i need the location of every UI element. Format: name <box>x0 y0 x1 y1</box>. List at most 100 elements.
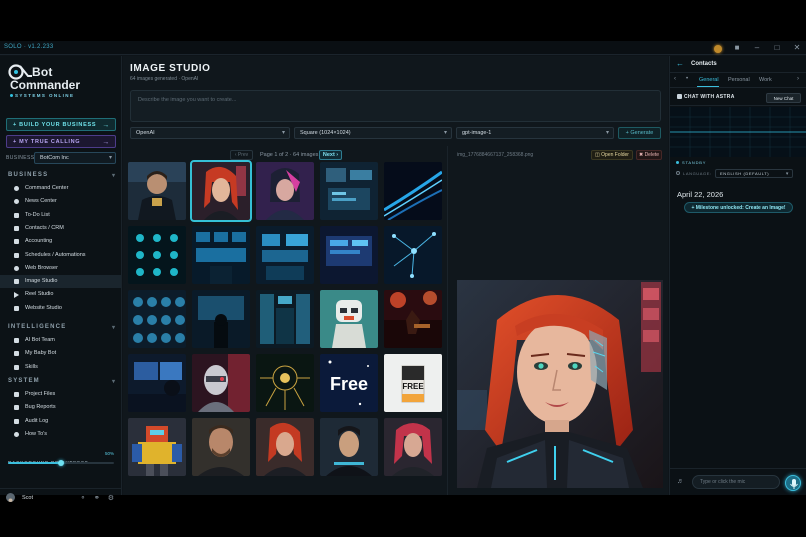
sidebar-item-how-to-s[interactable]: How To's <box>0 428 121 441</box>
image-thumbnail[interactable] <box>384 226 442 284</box>
image-thumbnail[interactable]: FREE <box>384 354 442 412</box>
image-thumbnail[interactable] <box>384 290 442 348</box>
sidebar-item-project-files[interactable]: Project Files <box>0 388 121 401</box>
back-arrow-icon[interactable]: ← <box>676 59 684 68</box>
sidebar-item-contacts-crm[interactable]: Contacts / CRM <box>0 222 121 235</box>
image-thumbnail[interactable] <box>128 162 186 220</box>
sidebar-item-news-center[interactable]: News Center <box>0 195 121 208</box>
image-thumbnail[interactable]: Free <box>320 354 378 412</box>
chevron-down-icon: ▾ <box>785 171 789 177</box>
image-thumbnail[interactable] <box>256 226 314 284</box>
settings-gear-icon[interactable]: ⚙ <box>108 494 114 502</box>
image-thumbnail[interactable] <box>256 162 314 220</box>
section-header-intelligence[interactable]: INTELLIGENCE ▾ <box>8 324 115 331</box>
close-icon[interactable]: ✕ <box>792 42 802 54</box>
avatar[interactable] <box>6 493 15 502</box>
sidebar-item-bug-reports[interactable]: Bug Reports <box>0 401 121 414</box>
sidebar-item-command-center[interactable]: Command Center <box>0 182 121 195</box>
tab-general[interactable]: General <box>699 77 719 83</box>
sidebar-item-label: AI Bot Team <box>25 337 55 343</box>
image-thumbnail[interactable] <box>384 162 442 220</box>
sidebar-item-accounting[interactable]: Accounting <box>0 235 121 248</box>
sidebar-item-to-do-list[interactable]: To-Do List <box>0 209 121 222</box>
open-folder-button[interactable]: ◫ Open Folder <box>591 150 633 160</box>
chevron-right-icon[interactable]: › <box>797 76 799 82</box>
image-thumbnail[interactable] <box>320 226 378 284</box>
new-chat-button[interactable]: New Chat <box>766 93 801 103</box>
provider-select[interactable]: OpenAI ▾ <box>130 127 290 139</box>
chat-header: CHAT WITH ASTRA New Chat <box>670 89 806 106</box>
section-header-business[interactable]: BUSINESS ▾ <box>8 172 115 179</box>
sidebar-item-audit-log[interactable]: Audit Log <box>0 415 121 428</box>
business-selector-row: BUSINESS: BotCom Inc ▾ <box>6 152 116 164</box>
chat-input-placeholder: Type or click the mic <box>700 479 746 485</box>
microphone-icon[interactable]: ⚬ <box>80 494 86 502</box>
sidebar-item-skills[interactable]: Skills <box>0 361 121 374</box>
globe-icon <box>676 171 680 175</box>
lock-icon[interactable]: ■ <box>732 42 742 54</box>
next-page-button[interactable]: Next › <box>319 150 342 160</box>
build-business-button[interactable]: + BUILD YOUR BUSINESS → <box>6 118 116 131</box>
checkbox-icon <box>14 212 19 218</box>
delete-button[interactable]: ✖ Delete <box>636 150 662 160</box>
image-thumbnail[interactable] <box>128 290 186 348</box>
image-thumbnail[interactable] <box>192 354 250 412</box>
chevron-down-icon: ▾ <box>112 325 117 331</box>
prompt-input[interactable]: Describe the image you want to create... <box>130 90 661 122</box>
tab-work[interactable]: Work <box>759 77 772 83</box>
image-thumbnail[interactable] <box>320 290 378 348</box>
size-select[interactable]: Square (1024×1024) ▾ <box>294 127 452 139</box>
dot-icon <box>14 186 19 191</box>
sidebar-item-label: Website Studio <box>25 304 62 311</box>
sidebar-item-reel-studio[interactable]: Reel Studio <box>0 288 121 301</box>
image-thumbnail[interactable] <box>192 226 250 284</box>
sidebar-item-schedules-automations[interactable]: Schedules / Automations <box>0 249 121 262</box>
selected-image-preview <box>457 280 663 488</box>
image-thumbnail[interactable] <box>320 162 378 220</box>
sidebar-item-ai-bot-team[interactable]: AI Bot Team <box>0 334 121 347</box>
image-thumbnail[interactable] <box>256 290 314 348</box>
coin-icon[interactable] <box>714 45 722 53</box>
image-thumbnail[interactable] <box>384 418 442 476</box>
minimize-icon[interactable]: – <box>752 42 762 54</box>
sidebar-item-web-browser[interactable]: Web Browser <box>0 262 121 275</box>
sidebar-item-label: Skills <box>25 363 38 370</box>
letterbox-top <box>0 0 806 41</box>
sidebar-item-website-studio[interactable]: Website Studio <box>0 302 121 315</box>
chevron-left-icon[interactable]: ‹ <box>674 76 676 82</box>
image-thumbnail[interactable] <box>320 418 378 476</box>
prev-page-button[interactable]: ‹ Prev <box>230 150 253 160</box>
brightness-slider[interactable] <box>8 460 114 466</box>
business-select[interactable]: BotCom Inc ▾ <box>34 152 116 164</box>
image-thumbnail[interactable] <box>192 290 250 348</box>
business-value: BotCom Inc <box>40 155 69 161</box>
sidebar-item-my-baby-bot[interactable]: My Baby Bot <box>0 347 121 360</box>
image-thumbnail[interactable] <box>128 354 186 412</box>
image-thumbnail[interactable] <box>128 226 186 284</box>
image-thumbnail-selected[interactable] <box>190 160 252 222</box>
speaker-icon[interactable]: ♬ <box>677 478 684 485</box>
true-calling-button[interactable]: + MY TRUE CALLING → <box>6 135 116 148</box>
language-select[interactable]: ENGLISH (DEFAULT) ▾ <box>715 169 793 178</box>
maximize-icon[interactable]: □ <box>772 42 782 54</box>
image-thumbnail[interactable] <box>256 418 314 476</box>
size-value: Square (1024×1024) <box>300 130 351 136</box>
image-thumbnail[interactable] <box>256 354 314 412</box>
image-thumbnail[interactable] <box>192 418 250 476</box>
chat-input[interactable]: Type or click the mic <box>692 475 780 489</box>
thumb-free-text: Free <box>330 374 368 394</box>
sidebar-item-image-studio[interactable]: Image Studio <box>0 275 121 289</box>
pin-icon[interactable]: • <box>686 76 688 82</box>
mic-button[interactable] <box>785 475 801 491</box>
chevron-down-icon: ▾ <box>112 379 117 385</box>
bug-icon <box>14 405 19 411</box>
page-subtitle: 64 images generated · OpenAI <box>130 76 199 82</box>
section-header-system[interactable]: SYSTEM ▾ <box>8 378 115 385</box>
model-select[interactable]: gpt-image-1 ▾ <box>456 127 614 139</box>
headphones-icon[interactable]: ⚭ <box>94 494 100 502</box>
sidebar-item-label: Image Studio <box>25 278 58 285</box>
generate-button[interactable]: + Generate <box>618 127 661 139</box>
image-thumbnail[interactable] <box>128 418 186 476</box>
tab-personal[interactable]: Personal <box>728 77 750 83</box>
brightness-slider-knob[interactable] <box>58 460 64 466</box>
